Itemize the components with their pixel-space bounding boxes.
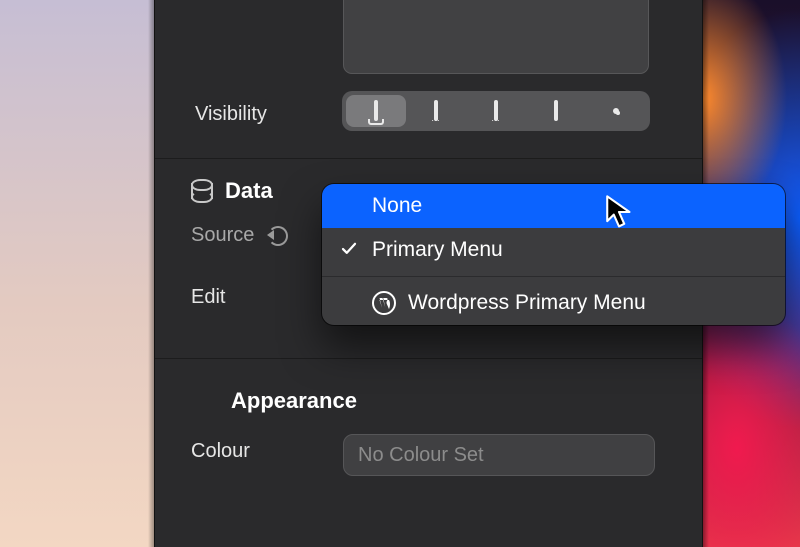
phone-icon bbox=[554, 102, 558, 120]
text-area[interactable] bbox=[343, 0, 649, 74]
visibility-preview-button[interactable] bbox=[586, 95, 646, 127]
dropdown-item-label: Primary Menu bbox=[372, 238, 503, 262]
checkmark-icon bbox=[340, 240, 358, 258]
dropdown-separator bbox=[322, 276, 785, 277]
visibility-segmented-control[interactable] bbox=[342, 91, 650, 131]
divider bbox=[155, 358, 702, 359]
desktop-icon bbox=[374, 102, 378, 120]
wordpress-icon bbox=[372, 291, 396, 315]
inspector-panel: Visibility Data Source Edit Appearance bbox=[154, 0, 703, 547]
edit-label: Edit bbox=[191, 286, 225, 308]
row-edit: Edit bbox=[191, 286, 225, 309]
laptop-icon bbox=[434, 102, 438, 120]
database-icon bbox=[191, 179, 213, 203]
source-dropdown-popover: None Primary Menu Wordpress Primary Menu bbox=[322, 184, 785, 325]
section-data-title: Data bbox=[225, 178, 273, 204]
colour-placeholder: No Colour Set bbox=[358, 444, 484, 467]
divider bbox=[155, 158, 702, 159]
dropdown-item-label: Wordpress Primary Menu bbox=[408, 291, 646, 315]
desktop-left-gradient bbox=[0, 0, 154, 547]
dropdown-item-none[interactable]: None bbox=[322, 184, 785, 228]
source-label: Source bbox=[191, 224, 254, 247]
visibility-label: Visibility bbox=[195, 103, 267, 126]
section-appearance-title: Appearance bbox=[231, 388, 357, 413]
colour-label: Colour bbox=[191, 440, 250, 463]
refresh-icon[interactable] bbox=[268, 226, 288, 246]
section-data-header[interactable]: Data bbox=[191, 178, 273, 204]
row-source: Source bbox=[191, 224, 288, 247]
visibility-desktop-button[interactable] bbox=[346, 95, 406, 127]
dropdown-item-wordpress-primary-menu[interactable]: Wordpress Primary Menu bbox=[322, 281, 785, 325]
section-appearance-header[interactable]: Appearance bbox=[231, 388, 357, 414]
tablet-icon bbox=[494, 102, 498, 120]
visibility-phone-button[interactable] bbox=[526, 95, 586, 127]
visibility-laptop-button[interactable] bbox=[406, 95, 466, 127]
colour-input[interactable]: No Colour Set bbox=[343, 434, 655, 476]
dropdown-item-primary-menu[interactable]: Primary Menu bbox=[322, 228, 785, 272]
dropdown-item-label: None bbox=[372, 194, 422, 218]
visibility-tablet-button[interactable] bbox=[466, 95, 526, 127]
